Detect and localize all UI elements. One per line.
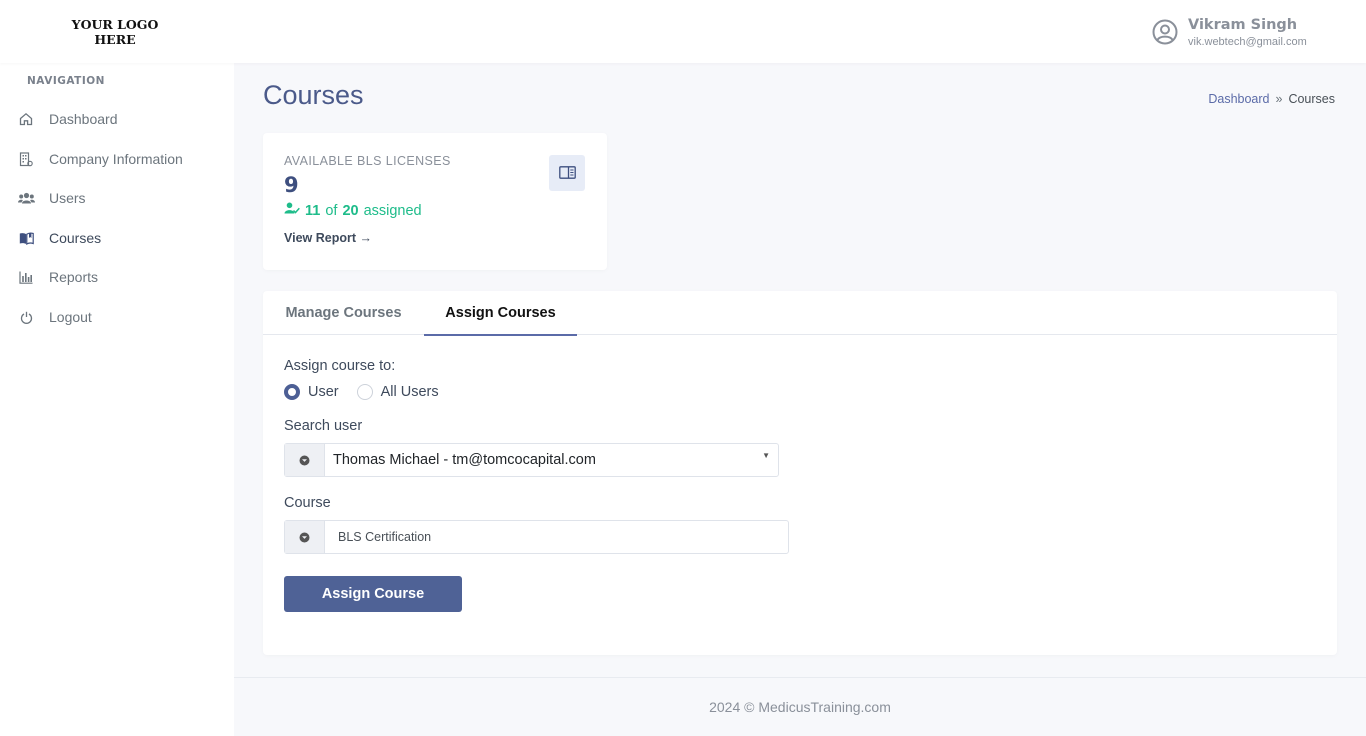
footer-copyright: 2024 © MedicusTraining.com — [709, 699, 891, 715]
sidebar-item-company-information[interactable]: Company Information — [16, 144, 226, 174]
select-addon — [285, 444, 325, 476]
footer: 2024 © MedicusTraining.com — [234, 677, 1366, 736]
sidebar-item-label: Company Information — [49, 151, 183, 167]
breadcrumb-link-dashboard[interactable]: Dashboard — [1208, 92, 1269, 106]
select-addon — [285, 521, 325, 553]
tab-bar: Manage Courses Assign Courses — [263, 291, 1337, 336]
book-icon — [16, 228, 36, 248]
assign-to-label: Assign course to: — [284, 358, 396, 374]
radio-all-users[interactable] — [356, 384, 373, 400]
license-assigned-text: assigned — [363, 202, 422, 219]
radio-user-label[interactable]: User — [308, 384, 339, 400]
search-user-select[interactable]: Thomas Michael - tm@tomcocapital.com ▼ — [284, 443, 779, 477]
sidebar-item-label: Courses — [49, 230, 102, 246]
user-circle-icon — [1152, 19, 1178, 45]
license-total-count: 20 — [342, 202, 359, 219]
tab-manage-courses[interactable]: Manage Courses — [263, 291, 424, 335]
sidebar-item-reports[interactable]: Reports — [16, 262, 226, 292]
nav-title: NAVIGATION — [27, 75, 105, 87]
assign-to-radio-group: User All Users — [284, 384, 457, 400]
tab-assign-courses[interactable]: Assign Courses — [424, 291, 577, 336]
sidebar-item-dashboard[interactable]: Dashboard — [16, 104, 226, 134]
sidebar-item-logout[interactable]: Logout — [16, 302, 226, 332]
sidebar-item-label: Dashboard — [49, 111, 118, 127]
view-report-link[interactable]: View Report → — [284, 231, 372, 245]
logo-line-2: HERE — [94, 32, 136, 47]
power-icon — [16, 307, 36, 327]
license-of-text: of — [325, 202, 338, 219]
bar-chart-icon — [16, 267, 36, 287]
user-name: Vikram Singh — [1188, 17, 1298, 33]
license-icon-box — [549, 155, 585, 191]
sidebar: NAVIGATION Dashboard Company Information… — [0, 63, 234, 736]
license-available-count: 9 — [284, 173, 299, 197]
search-user-value[interactable]: Thomas Michael - tm@tomcocapital.com ▼ — [325, 444, 778, 476]
sidebar-item-label: Users — [49, 190, 86, 206]
top-bar: YOUR LOGO HERE Vikram Singh vik.webtech@… — [0, 0, 1366, 63]
course-label: Course — [284, 495, 331, 511]
selected-user-text: Thomas Michael - tm@tomcocapital.com — [333, 452, 596, 468]
sidebar-item-courses[interactable]: Courses — [16, 223, 226, 253]
breadcrumb-current: Courses — [1288, 92, 1335, 106]
radio-user[interactable] — [284, 384, 300, 400]
license-card: AVAILABLE BLS LICENSES 9 11 of 20 assign… — [263, 133, 607, 270]
course-input[interactable]: BLS Certification — [325, 521, 788, 553]
radio-all-users-label[interactable]: All Users — [381, 384, 439, 400]
sidebar-item-label: Reports — [49, 269, 99, 285]
chevron-down-circle-icon — [299, 451, 310, 470]
logo[interactable]: YOUR LOGO HERE — [70, 17, 160, 47]
course-field[interactable]: BLS Certification — [284, 520, 789, 554]
license-assigned-count: 11 — [305, 202, 321, 219]
page-title: Courses — [263, 80, 364, 110]
license-assigned-summary: 11 of 20 assigned — [284, 202, 422, 219]
assign-course-button[interactable]: Assign Course — [284, 576, 462, 612]
breadcrumb: Dashboard » Courses — [1208, 92, 1335, 106]
users-icon — [16, 188, 36, 208]
license-label: AVAILABLE BLS LICENSES — [284, 154, 451, 168]
sidebar-item-label: Logout — [49, 309, 92, 325]
logo-line-1: YOUR LOGO — [71, 17, 159, 32]
chevron-down-circle-icon — [299, 528, 310, 547]
search-user-label: Search user — [284, 418, 363, 434]
sidebar-item-users[interactable]: Users — [16, 183, 226, 213]
assign-courses-card: Manage Courses Assign Courses Assign cou… — [263, 291, 1337, 655]
breadcrumb-separator: » — [1275, 92, 1283, 106]
license-card-icon — [558, 164, 576, 183]
home-icon — [16, 109, 36, 129]
building-icon — [16, 149, 36, 169]
caret-down-icon[interactable]: ▼ — [762, 451, 770, 460]
user-check-icon — [284, 202, 300, 219]
user-email: vik.webtech@gmail.com — [1188, 36, 1307, 48]
